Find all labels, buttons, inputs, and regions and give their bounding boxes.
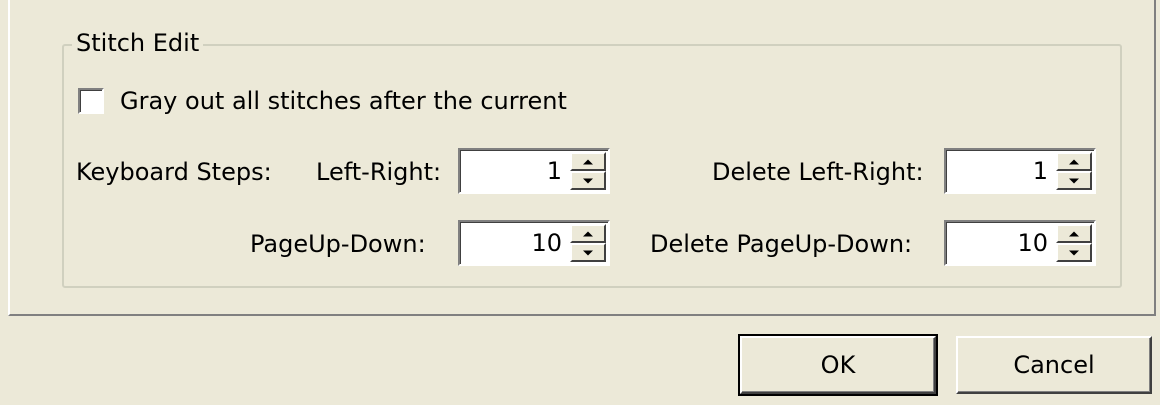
delete-page-up-down-spinner[interactable]: 10 — [944, 220, 1096, 266]
delete-left-right-spin-buttons[interactable] — [1056, 152, 1092, 190]
page-up-down-value[interactable]: 10 — [531, 228, 562, 258]
delete-page-up-down-spin-buttons[interactable] — [1056, 224, 1092, 262]
left-right-label: Left-Right: — [316, 158, 442, 186]
left-right-value[interactable]: 1 — [547, 156, 562, 186]
left-right-spin-buttons[interactable] — [570, 152, 606, 190]
delete-page-up-down-value[interactable]: 10 — [1017, 228, 1048, 258]
delete-left-right-spinner[interactable]: 1 — [944, 148, 1096, 194]
page-up-down-decrement-button[interactable] — [570, 243, 606, 262]
page-up-down-spin-buttons[interactable] — [570, 224, 606, 262]
cancel-button[interactable]: Cancel — [956, 336, 1152, 394]
delete-page-up-down-label: Delete PageUp-Down: — [650, 230, 913, 258]
delete-left-right-value[interactable]: 1 — [1033, 156, 1048, 186]
dialog: Stitch Edit Gray out all stitches after … — [0, 0, 1160, 405]
gray-out-checkbox-label[interactable]: Gray out all stitches after the current — [120, 87, 567, 115]
ok-button[interactable]: OK — [738, 334, 938, 396]
delete-left-right-label: Delete Left-Right: — [712, 158, 924, 186]
keyboard-steps-label: Keyboard Steps: — [76, 158, 272, 186]
gray-out-option[interactable]: Gray out all stitches after the current — [78, 87, 567, 115]
left-right-increment-button[interactable] — [570, 152, 606, 171]
left-right-decrement-button[interactable] — [570, 171, 606, 190]
delete-left-right-decrement-button[interactable] — [1056, 171, 1092, 190]
delete-page-up-down-increment-button[interactable] — [1056, 224, 1092, 243]
stitch-edit-group-title: Stitch Edit — [72, 28, 204, 58]
page-up-down-label: PageUp-Down: — [250, 230, 426, 258]
page-up-down-increment-button[interactable] — [570, 224, 606, 243]
delete-page-up-down-decrement-button[interactable] — [1056, 243, 1092, 262]
left-right-spinner[interactable]: 1 — [458, 148, 610, 194]
delete-left-right-increment-button[interactable] — [1056, 152, 1092, 171]
page-up-down-spinner[interactable]: 10 — [458, 220, 610, 266]
gray-out-checkbox[interactable] — [78, 88, 104, 114]
